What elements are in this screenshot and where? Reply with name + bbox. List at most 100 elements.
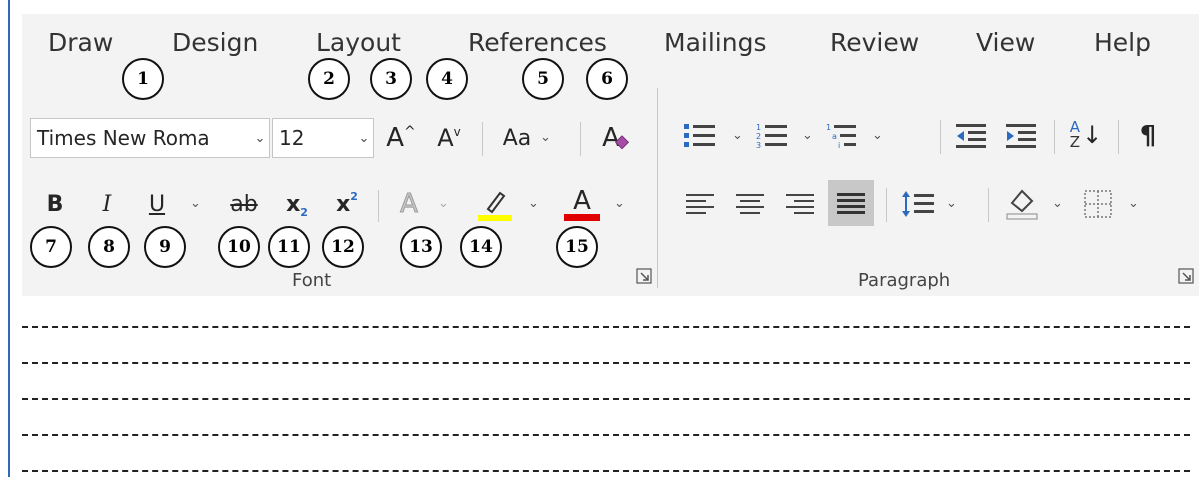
justify-button[interactable]: [828, 180, 874, 226]
sort-button[interactable]: A Z ↓: [1064, 114, 1108, 156]
text-effects-icon: A: [400, 189, 419, 220]
separator: [1118, 120, 1119, 154]
callout-13: 13: [400, 226, 442, 268]
superscript-button[interactable]: x2: [330, 186, 364, 222]
callout-7: 7: [30, 226, 72, 268]
font-dialog-launcher-icon[interactable]: [636, 268, 652, 284]
justify-icon: [837, 193, 865, 214]
callout-1: 1: [122, 58, 164, 100]
callout-6: 6: [586, 58, 628, 100]
svg-text:a: a: [832, 132, 837, 141]
separator: [886, 188, 887, 222]
align-right-button[interactable]: [780, 184, 820, 224]
underline-button[interactable]: U: [142, 186, 172, 222]
tab-review[interactable]: Review: [830, 28, 919, 57]
chevron-down-icon: ⌄: [358, 130, 370, 146]
font-name-value: Times New Roma: [37, 126, 210, 150]
separator: [580, 122, 581, 156]
align-left-icon: [686, 194, 714, 214]
font-name-dropdown[interactable]: Times New Roma ⌄: [30, 118, 270, 158]
show-hide-button[interactable]: ¶: [1128, 116, 1168, 156]
increase-indent-button[interactable]: [1002, 116, 1042, 156]
align-center-button[interactable]: [730, 184, 770, 224]
answer-line: [22, 362, 1190, 364]
align-right-icon: [786, 194, 814, 214]
superscript-mark: 2: [350, 189, 358, 203]
change-case-icon: Aa: [502, 125, 532, 151]
decrease-indent-icon: [956, 124, 986, 148]
tab-help[interactable]: Help: [1094, 28, 1151, 57]
multilevel-list-button[interactable]: 1 a i: [822, 116, 862, 156]
text-effects-button[interactable]: A: [392, 186, 426, 222]
tab-layout[interactable]: Layout: [316, 28, 401, 57]
chevron-down-icon[interactable]: ⌄: [872, 128, 883, 143]
tab-design[interactable]: Design: [172, 28, 258, 57]
numbering-button[interactable]: 1 2 3: [752, 116, 792, 156]
separator: [940, 120, 941, 154]
strikethrough-button[interactable]: ab: [224, 186, 264, 222]
highlight-button[interactable]: [472, 184, 516, 224]
superscript-icon: x: [336, 191, 351, 217]
separator: [378, 190, 379, 222]
chevron-down-icon[interactable]: ⌄: [438, 196, 449, 211]
chevron-down-icon[interactable]: ⌄: [946, 196, 957, 211]
pilcrow-icon: ¶: [1139, 121, 1157, 151]
increase-indent-icon: [1006, 124, 1036, 148]
highlighter-icon: [478, 191, 512, 221]
callout-10: 10: [218, 226, 260, 268]
borders-icon: [1084, 190, 1112, 218]
change-case-button[interactable]: Aa: [496, 118, 538, 158]
font-size-dropdown[interactable]: 12 ⌄: [272, 118, 374, 158]
line-spacing-button[interactable]: [898, 184, 938, 224]
tab-references[interactable]: References: [468, 28, 607, 57]
chevron-down-icon: ⌄: [254, 130, 266, 146]
shading-button[interactable]: [1002, 182, 1042, 224]
bold-icon: B: [46, 191, 64, 217]
italic-button[interactable]: I: [92, 186, 122, 222]
arrow-down-icon: ↓: [1082, 120, 1103, 149]
separator: [988, 188, 989, 222]
separator: [482, 122, 483, 156]
chevron-down-icon[interactable]: ⌄: [732, 128, 743, 143]
sort-z-label: Z: [1069, 133, 1081, 151]
clear-formatting-button[interactable]: A: [596, 118, 636, 158]
paragraph-dialog-launcher-icon[interactable]: [1178, 268, 1194, 284]
font-group-label: Font: [292, 270, 332, 291]
callout-9: 9: [144, 226, 186, 268]
callout-11: 11: [268, 226, 310, 268]
tab-view[interactable]: View: [976, 28, 1035, 57]
font-color-icon: A: [573, 185, 591, 216]
strikethrough-icon: ab: [230, 191, 258, 217]
callout-3: 3: [370, 58, 412, 100]
grow-font-button[interactable]: A ^: [380, 118, 422, 158]
svg-text:1: 1: [756, 123, 761, 132]
line-spacing-icon: [902, 191, 934, 217]
italic-icon: I: [102, 191, 112, 217]
tab-draw[interactable]: Draw: [48, 28, 113, 57]
borders-button[interactable]: [1078, 184, 1118, 224]
decrease-indent-button[interactable]: [952, 116, 992, 156]
shrink-font-button[interactable]: Av: [428, 118, 470, 158]
chevron-down-icon[interactable]: ⌄: [190, 196, 201, 211]
caret-down-icon: v: [453, 125, 461, 139]
subscript-icon: x: [286, 191, 301, 217]
subscript-button[interactable]: x2: [280, 186, 314, 222]
align-left-button[interactable]: [680, 184, 720, 224]
callout-12: 12: [322, 226, 364, 268]
bullets-button[interactable]: [680, 116, 720, 156]
chevron-down-icon[interactable]: ⌄: [802, 128, 813, 143]
chevron-down-icon[interactable]: ⌄: [528, 196, 539, 211]
bold-button[interactable]: B: [40, 186, 70, 222]
tab-mailings[interactable]: Mailings: [664, 28, 766, 57]
callout-5: 5: [522, 58, 564, 100]
chevron-down-icon[interactable]: ⌄: [540, 130, 551, 145]
multilevel-list-icon: 1 a i: [826, 123, 856, 150]
chevron-down-icon[interactable]: ⌄: [1128, 196, 1139, 211]
font-color-swatch: [564, 213, 600, 221]
font-color-button[interactable]: A: [560, 184, 604, 224]
grow-font-icon: A: [386, 123, 405, 153]
chevron-down-icon[interactable]: ⌄: [614, 196, 625, 211]
chevron-down-icon[interactable]: ⌄: [1052, 196, 1063, 211]
left-margin-rule: [8, 0, 10, 477]
numbering-icon: 1 2 3: [756, 123, 787, 150]
